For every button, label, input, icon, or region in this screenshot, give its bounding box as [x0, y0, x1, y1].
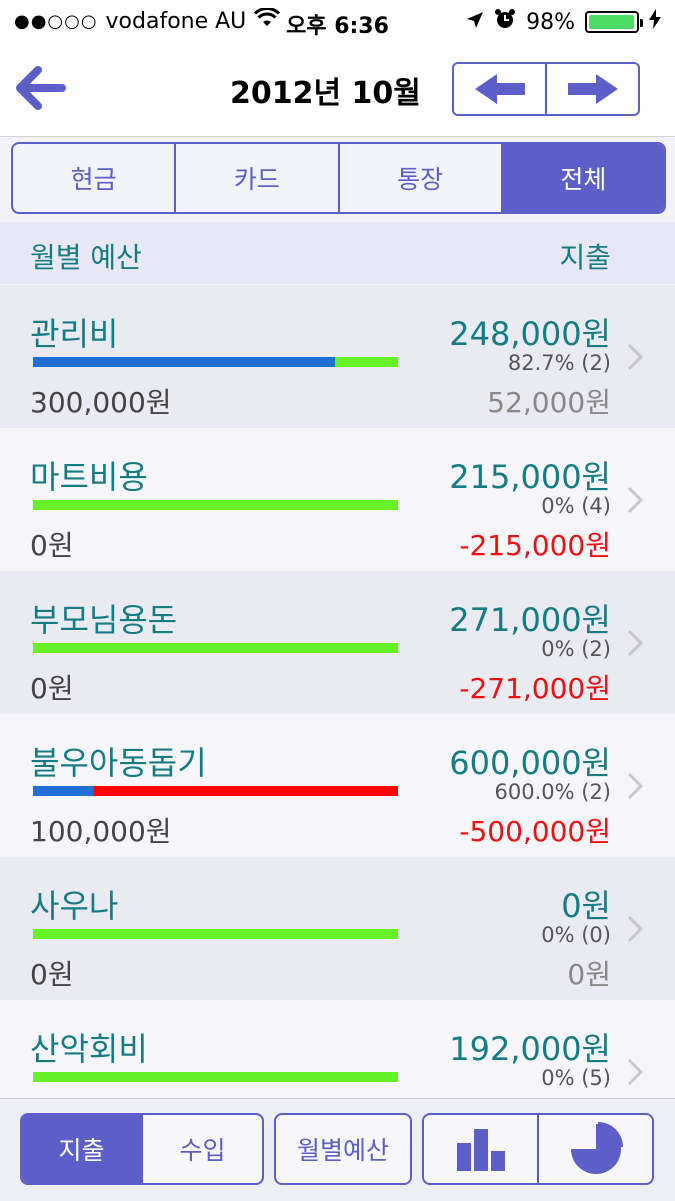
bottom-toolbar: 지출 수입 월별예산	[0, 1098, 675, 1201]
monthly-budget-button[interactable]: 월별예산	[276, 1115, 410, 1183]
usage-percent: 600.0% (2)	[494, 780, 612, 804]
back-arrow-icon	[16, 66, 66, 110]
budget-amount: 100,000원	[30, 815, 172, 848]
battery-icon	[585, 11, 643, 33]
remaining-portion	[93, 786, 398, 796]
chevron-right-icon	[627, 772, 643, 800]
chart-buttons	[422, 1113, 654, 1185]
budget-row[interactable]: 관리비 248,000원 82.7% (2) 300,000원 52,000원	[0, 285, 675, 428]
spent-amount: 271,000원	[449, 601, 611, 639]
budget-amount: 300,000원	[30, 386, 172, 419]
budget-progress-bar	[33, 643, 398, 653]
list-header-expense: 지출	[559, 241, 611, 274]
list-header-budget: 월별 예산	[30, 241, 142, 274]
budget-progress-bar	[33, 929, 398, 939]
payment-type-tabs: 현금 카드 통장 전체	[11, 142, 666, 214]
usage-percent: 82.7% (2)	[507, 351, 611, 375]
budget-amount: 0원	[30, 958, 74, 991]
category-name: 사우나	[30, 887, 119, 925]
previous-month-button[interactable]	[454, 64, 547, 114]
right-arrow-icon	[567, 74, 618, 104]
remaining-amount: 0원	[567, 958, 611, 991]
battery-level	[589, 15, 634, 29]
used-portion	[33, 786, 94, 796]
alarm-clock-icon	[494, 8, 516, 36]
spent-amount: 248,000원	[449, 315, 611, 353]
spent-amount: 215,000원	[449, 458, 611, 496]
charging-bolt-icon	[649, 9, 661, 35]
budget-progress-bar	[33, 500, 398, 510]
tab-bank[interactable]: 통장	[340, 144, 503, 212]
remaining-portion	[334, 357, 398, 367]
expense-income-toggle: 지출 수입	[20, 1113, 264, 1185]
chevron-right-icon	[627, 915, 643, 943]
remaining-amount: 52,000원	[487, 386, 611, 419]
category-name: 불우아동돕기	[30, 744, 207, 782]
budget-row[interactable]: 불우아동돕기 600,000원 600.0% (2) 100,000원 -500,000…	[0, 714, 675, 857]
category-name: 부모님용돈	[30, 601, 178, 639]
pie-chart-icon	[570, 1122, 623, 1174]
remaining-portion	[33, 929, 398, 939]
expense-button[interactable]: 지출	[22, 1115, 141, 1183]
remaining-portion	[33, 1072, 398, 1082]
budget-progress-bar	[33, 1072, 398, 1082]
page-title: 2012년 10월	[230, 76, 421, 111]
remaining-amount: -500,000원	[459, 815, 611, 848]
top-bar: 2012년 10월	[0, 44, 675, 137]
left-arrow-icon	[474, 74, 525, 104]
chevron-right-icon	[627, 1058, 643, 1086]
category-name: 관리비	[30, 315, 119, 353]
budget-row[interactable]: 사우나 0원 0% (0) 0원 0원	[0, 857, 675, 1000]
spent-amount: 0원	[561, 887, 611, 925]
budget-progress-bar	[33, 786, 398, 796]
month-navigation	[452, 62, 640, 116]
budget-amount: 0원	[30, 672, 74, 705]
chevron-right-icon	[627, 486, 643, 514]
bar-chart-icon	[456, 1129, 505, 1171]
chevron-right-icon	[627, 343, 643, 371]
list-header: 월별 예산 지출	[0, 222, 675, 284]
monthly-budget-group: 월별예산	[274, 1113, 412, 1185]
location-arrow-icon	[466, 10, 484, 35]
remaining-amount: -215,000원	[459, 529, 611, 562]
remaining-amount: -271,000원	[459, 672, 611, 705]
budget-amount: 0원	[30, 529, 74, 562]
usage-percent: 0% (4)	[541, 494, 611, 518]
spent-amount: 600,000원	[449, 744, 611, 782]
tab-cash[interactable]: 현금	[13, 144, 177, 212]
used-portion	[33, 357, 335, 367]
remaining-portion	[33, 643, 398, 653]
usage-percent: 0% (2)	[541, 637, 611, 661]
status-right: 98%	[466, 8, 661, 36]
status-bar: ●●○○○ vodafone AU 오후 6:36 98%	[0, 0, 675, 44]
tab-all[interactable]: 전체	[502, 144, 664, 212]
budget-row[interactable]: 부모님용돈 271,000원 0% (2) 0원 -271,000원	[0, 571, 675, 714]
spent-amount: 192,000원	[449, 1030, 611, 1068]
category-name: 마트비용	[30, 458, 148, 496]
category-name: 산악회비	[30, 1030, 148, 1068]
back-button[interactable]	[14, 64, 66, 112]
remaining-portion	[33, 500, 398, 510]
usage-percent: 0% (5)	[541, 1066, 611, 1090]
income-button[interactable]: 수입	[141, 1115, 262, 1183]
bar-chart-button[interactable]	[424, 1115, 537, 1183]
usage-percent: 0% (0)	[541, 923, 611, 947]
battery-percent: 98%	[526, 9, 575, 35]
pie-chart-button[interactable]	[537, 1115, 652, 1183]
chevron-right-icon	[627, 629, 643, 657]
budget-progress-bar	[33, 357, 398, 367]
tab-card[interactable]: 카드	[176, 144, 340, 212]
budget-row[interactable]: 마트비용 215,000원 0% (4) 0원 -215,000원	[0, 428, 675, 571]
next-month-button[interactable]	[547, 64, 638, 114]
